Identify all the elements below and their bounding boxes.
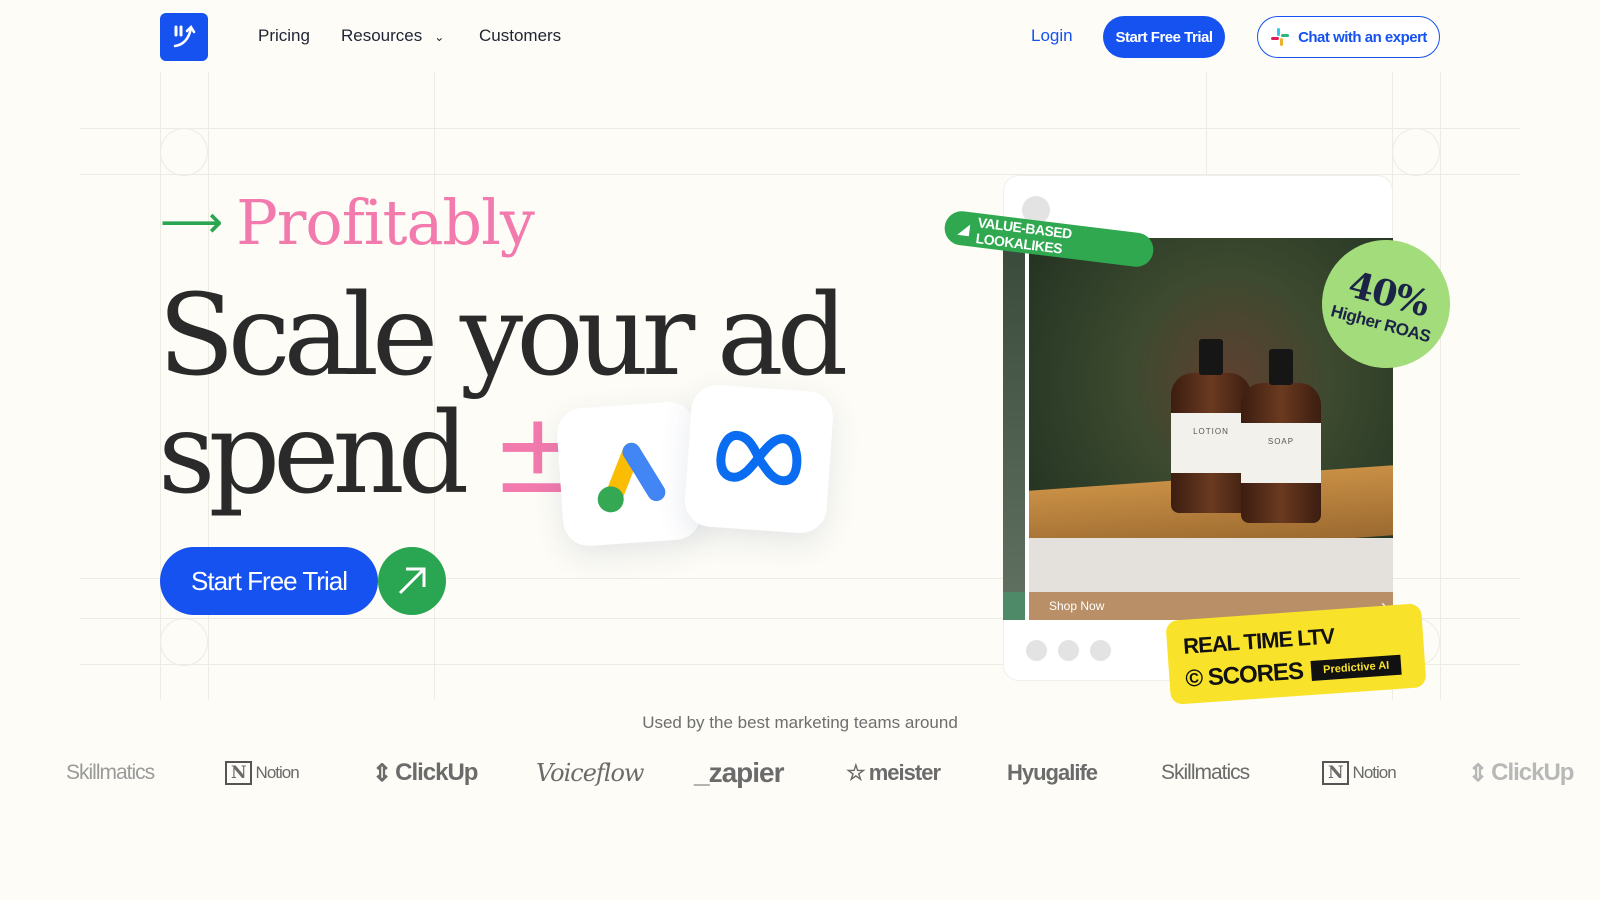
star-icon: ☆ <box>846 760 866 785</box>
logo-clickup: ⇕ ClickUp <box>372 759 478 787</box>
logo-notion: N Notion <box>1322 755 1397 791</box>
brand-logo[interactable] <box>160 13 208 61</box>
megaphone-icon: ◢ <box>957 219 970 237</box>
logo-voiceflow: Voiceflow <box>536 759 644 787</box>
kicker-text: Profitably <box>236 186 535 259</box>
soap-bottle: SOAP <box>1241 349 1321 523</box>
slack-icon <box>1271 28 1290 46</box>
clickup-icon: ⇕ <box>372 759 392 787</box>
google-ads-tile <box>555 400 703 548</box>
hero-arrow-button[interactable] <box>378 547 446 615</box>
grid-line <box>1440 72 1441 700</box>
chevron-down-icon: ⌄ <box>434 30 445 44</box>
logo-skillmatics: Skillmatics <box>1161 761 1250 784</box>
grid-line <box>80 128 1520 129</box>
hero-headline-line2: spend ± <box>158 398 585 510</box>
nav-pricing[interactable]: Pricing <box>258 26 310 46</box>
carousel-dot[interactable] <box>1090 640 1111 661</box>
meta-icon <box>716 430 802 486</box>
carousel-dot[interactable] <box>1058 640 1079 661</box>
lotion-bottle: LOTION <box>1171 339 1251 513</box>
hero-kicker: ⟶ Profitably <box>160 186 535 259</box>
logo-skillmatics: Skillmatics <box>66 761 155 784</box>
notion-icon: N <box>225 761 252 785</box>
clickup-icon: ⇕ <box>1468 759 1488 787</box>
login-link[interactable]: Login <box>1031 26 1073 46</box>
arrow-up-right-icon <box>398 567 426 595</box>
nav-customers[interactable]: Customers <box>479 26 561 46</box>
arrow-right-icon: ⟶ <box>160 197 223 248</box>
nav-resources-label: Resources <box>341 26 423 45</box>
logo-hyugalife: Hyugalife <box>1007 760 1098 785</box>
chat-expert-label: Chat with an expert <box>1298 28 1427 46</box>
logo-icon <box>173 24 196 48</box>
hero-start-trial-button[interactable]: Start Free Trial <box>160 547 378 615</box>
logo-notion: N Notion <box>225 755 300 791</box>
headline-word: spend <box>158 389 469 519</box>
nav-resources[interactable]: Resources ⌄ <box>341 26 444 46</box>
top-nav: Pricing Resources ⌄ Customers Login Start… <box>0 0 1600 72</box>
nav-start-trial-button[interactable]: Start Free Trial <box>1103 16 1225 58</box>
chat-expert-button[interactable]: Chat with an expert <box>1257 16 1440 58</box>
logo-zapier: _zapier <box>694 757 784 788</box>
social-proof-caption: Used by the best marketing teams around <box>642 713 958 732</box>
customer-logos: Skillmatics N Notion ⇕ ClickUp Voiceflow _… <box>0 755 1600 795</box>
google-ads-icon <box>597 442 666 513</box>
hero-headline-line1: Scale your ad <box>158 271 848 401</box>
shop-now-label: Shop Now <box>1049 599 1105 613</box>
grid-circle <box>160 618 208 666</box>
grid-circle <box>1392 128 1440 176</box>
notion-icon: N <box>1322 761 1349 785</box>
meta-tile <box>683 383 835 535</box>
ltv-scores-badge: REAL TIME LTV © SCORES Predictive AI <box>1165 603 1427 705</box>
carousel-dot[interactable] <box>1026 640 1047 661</box>
logo-clickup: ⇕ ClickUp <box>1468 759 1574 787</box>
logo-meister: ☆ meister <box>846 760 941 785</box>
grid-circle <box>160 128 208 176</box>
